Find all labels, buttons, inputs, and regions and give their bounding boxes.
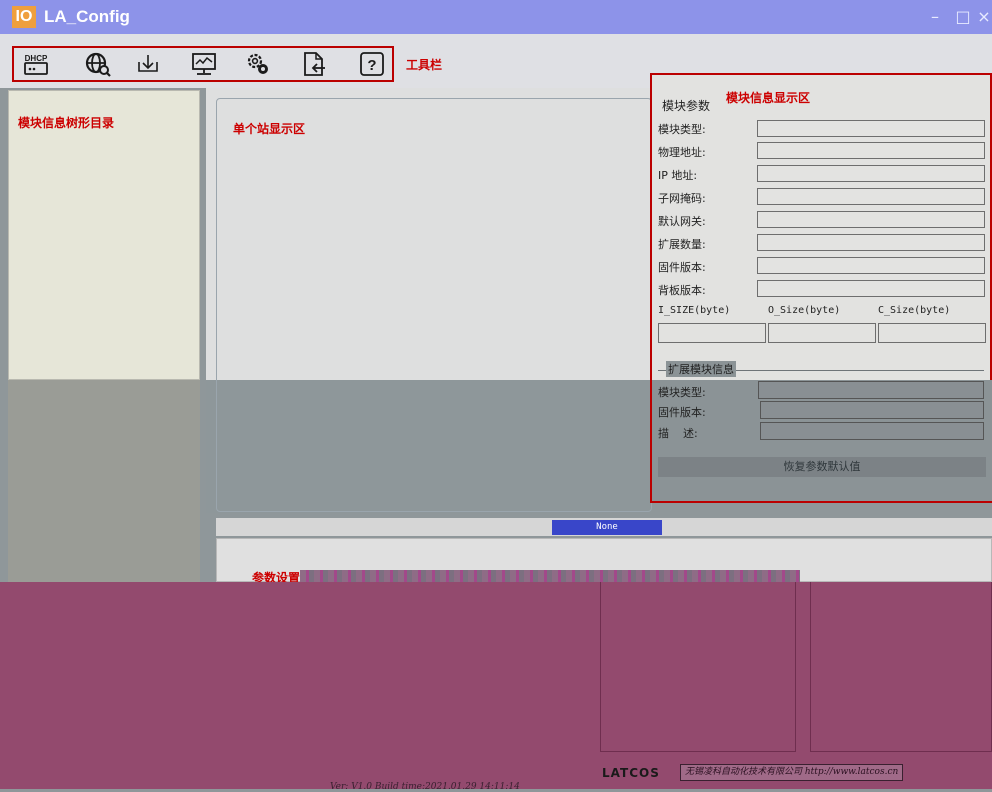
backplane-version-field[interactable] — [757, 280, 985, 297]
ext-module-type-field[interactable] — [758, 381, 984, 399]
parameter-subpanel-middle — [600, 582, 796, 752]
help-icon: ? — [360, 52, 384, 76]
file-export-icon — [304, 52, 325, 76]
output-size-header: O_Size(byte) — [768, 305, 841, 316]
title-bar[interactable] — [0, 0, 992, 34]
input-size-field[interactable] — [658, 323, 766, 343]
ip-address-field[interactable] — [757, 165, 985, 182]
module-tree-annotation: 模块信息树形目录 — [18, 116, 115, 130]
output-size-field[interactable] — [768, 323, 876, 343]
monitor-chart-icon — [192, 53, 216, 75]
mac-address-label: 物理地址: — [658, 146, 706, 159]
svg-text:DHCP: DHCP — [25, 54, 48, 63]
gateway-label: 默认网关: — [658, 215, 706, 228]
ext-description-field[interactable] — [760, 422, 984, 440]
help-button[interactable]: ? — [358, 50, 386, 78]
firmware-version-label: 固件版本: — [658, 261, 706, 274]
subnet-mask-field[interactable] — [757, 188, 985, 205]
window-title: LA_Config — [44, 7, 130, 26]
module-params-group-title: 模块参数 — [662, 99, 711, 113]
station-annotation: 单个站显示区 — [233, 122, 306, 136]
ext-count-field[interactable] — [757, 234, 985, 251]
ext-description-label: 描 述: — [658, 427, 698, 440]
firmware-version-field[interactable] — [757, 257, 985, 274]
app-logo: IO — [12, 6, 36, 28]
backplane-version-label: 背板版本: — [658, 284, 706, 297]
globe-search-icon — [85, 52, 111, 77]
ext-count-label: 扩展数量: — [658, 238, 706, 251]
module-type-field[interactable] — [757, 120, 985, 137]
download-button[interactable] — [134, 50, 162, 78]
network-scan-button[interactable] — [84, 50, 112, 78]
svg-text:?: ? — [367, 57, 376, 74]
ext-firmware-label: 固件版本: — [658, 406, 706, 419]
module-info-annotation: 模块信息显示区 — [726, 91, 811, 105]
config-size-field[interactable] — [878, 323, 986, 343]
input-size-header: I_SIZE(byte) — [658, 305, 731, 316]
config-size-header: C_Size(byte) — [878, 305, 951, 316]
monitor-button[interactable] — [190, 50, 218, 78]
mac-address-field[interactable] — [757, 142, 985, 159]
close-button[interactable]: × — [976, 6, 992, 28]
dhcp-button[interactable]: DHCP — [22, 50, 50, 78]
ext-module-group-title: 扩展模块信息 — [666, 361, 736, 377]
module-tree-pane[interactable] — [8, 90, 200, 380]
restore-defaults-button[interactable]: 恢复参数默认值 — [658, 457, 986, 477]
download-icon — [138, 55, 158, 72]
company-link[interactable]: 无锡凌科自动化技术有限公司 http://www.latcos.cn — [680, 764, 904, 781]
toolbar-annotation: 工具栏 — [406, 58, 443, 72]
dhcp-icon: DHCP — [24, 54, 48, 75]
latcos-logo: LATCOS — [602, 766, 660, 780]
settings-button[interactable] — [244, 50, 272, 78]
ext-firmware-field[interactable] — [760, 401, 984, 419]
gears-icon — [247, 53, 268, 74]
module-type-label: 模块类型: — [658, 123, 706, 136]
parameter-subpanel-right — [810, 582, 992, 752]
export-button[interactable] — [300, 50, 328, 78]
maximize-button[interactable]: □ — [952, 6, 974, 28]
gateway-field[interactable] — [757, 211, 985, 228]
version-text: Ver: V1.0 Build time:2021.01.29 14:11:14 — [330, 782, 520, 792]
station-frame — [216, 98, 652, 512]
minimize-button[interactable]: – — [924, 6, 946, 28]
ip-address-label: IP 地址: — [658, 169, 698, 182]
module-tree-pane-lower — [8, 380, 200, 582]
subnet-mask-label: 子网掩码: — [658, 192, 706, 205]
ext-module-type-label: 模块类型: — [658, 386, 706, 399]
status-badge: None — [552, 520, 662, 535]
